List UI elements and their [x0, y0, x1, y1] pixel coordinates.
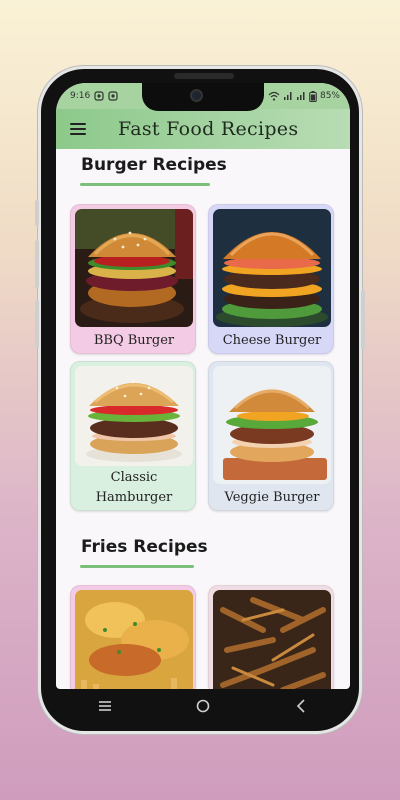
- recipe-card-veggie-burger[interactable]: Veggie Burger: [208, 361, 334, 511]
- recipe-label: Cheese Burger: [222, 333, 322, 348]
- notification-icon: [94, 91, 104, 101]
- recipe-image-veggie-burger: [213, 366, 331, 484]
- speaker: [174, 73, 234, 79]
- recipe-image-seasoned-fries: [213, 590, 331, 689]
- recipe-card-bbq-burger[interactable]: BBQ Burger: [70, 204, 196, 354]
- back-icon[interactable]: [281, 694, 321, 718]
- battery-percent: 85%: [319, 91, 340, 101]
- side-button: [35, 300, 39, 348]
- side-button: [361, 290, 365, 350]
- recipe-image-bbq-burger: [75, 209, 193, 327]
- side-button: [35, 200, 39, 226]
- status-left: 9:16: [70, 91, 118, 101]
- section-title-fries: Fries Recipes: [81, 537, 208, 557]
- status-time: 9:16: [70, 91, 91, 101]
- signal-icon: [283, 92, 292, 100]
- signal-icon: [296, 92, 305, 100]
- recipe-card-fries-2[interactable]: [208, 585, 334, 689]
- wifi-icon: [268, 91, 280, 101]
- recipe-image-classic-hamburger: [75, 366, 193, 466]
- recent-apps-icon[interactable]: [85, 694, 125, 718]
- recipe-label: Veggie Burger: [224, 490, 320, 505]
- recipe-card-cheese-burger[interactable]: Cheese Burger: [208, 204, 334, 354]
- home-icon[interactable]: [183, 694, 223, 718]
- side-button: [35, 240, 39, 288]
- app-bar: Fast Food Recipes: [56, 109, 350, 149]
- screen: 9:16 85% Fast Food Recipes Burger Recipe…: [56, 83, 350, 689]
- menu-icon[interactable]: [70, 123, 86, 135]
- phone-frame: 9:16 85% Fast Food Recipes Burger Recipe…: [38, 66, 362, 734]
- battery-icon: [309, 90, 317, 102]
- app-title: Fast Food Recipes: [118, 118, 299, 140]
- recipe-label-line1: Classic: [110, 470, 158, 485]
- recipe-card-fries-1[interactable]: [70, 585, 196, 689]
- content-scroll[interactable]: Burger Recipes BBQ Burger Cheese Burger …: [56, 149, 350, 689]
- camera-notch: [142, 83, 264, 111]
- recipe-card-classic-hamburger[interactable]: Classic Hamburger: [70, 361, 196, 511]
- recipe-label-line2: Hamburger: [95, 490, 173, 505]
- section-underline: [80, 183, 210, 186]
- status-right: 85%: [268, 90, 340, 102]
- notification-icon: [108, 91, 118, 101]
- section-underline: [80, 565, 194, 568]
- recipe-image-cheese-burger: [213, 209, 331, 327]
- recipe-label: BBQ Burger: [93, 333, 175, 348]
- camera-icon: [190, 89, 203, 102]
- section-title-burgers: Burger Recipes: [81, 155, 227, 175]
- system-nav-bar: [56, 689, 350, 723]
- recipe-image-cheese-fries: [75, 590, 193, 689]
